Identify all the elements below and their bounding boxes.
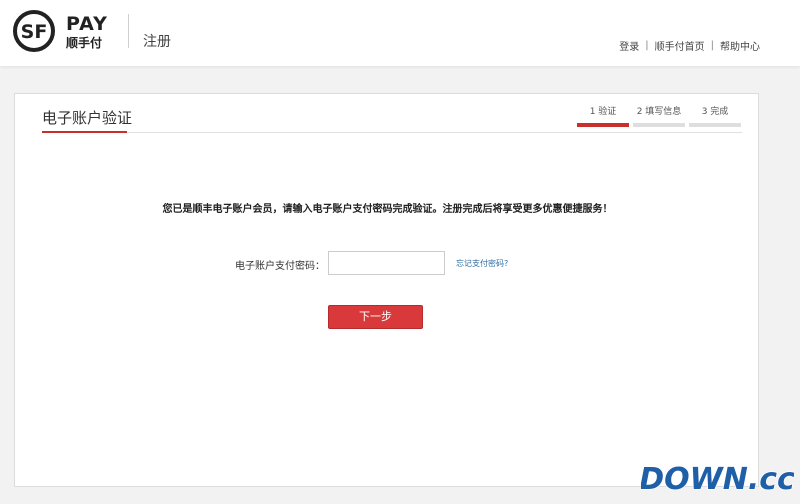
step-fill-info: 2 填写信息 xyxy=(633,105,685,127)
nav-home-link[interactable]: 顺手付首页 xyxy=(655,38,705,53)
nav-separator: | xyxy=(645,40,649,51)
verification-card: 电子账户验证 1 验证 2 填写信息 3 完成 您已是顺丰电子账户会员，请输入电… xyxy=(14,93,759,487)
site-header: SF PAY 顺手付 注册 登录 | 顺手付首页 | 帮助中心 xyxy=(0,0,800,66)
down-cc-watermark: DOWN.cc xyxy=(641,461,794,498)
nav-separator: | xyxy=(710,40,714,51)
password-label: 电子账户支付密码： xyxy=(235,261,325,272)
step-complete: 3 完成 xyxy=(689,105,741,127)
step-verify: 1 验证 xyxy=(577,105,629,127)
step-label: 1 验证 xyxy=(589,107,617,117)
card-title: 电子账户验证 xyxy=(42,109,133,127)
logo-brand-text: 顺手付 xyxy=(66,36,103,50)
step-bar xyxy=(577,123,629,127)
watermark-text: DOWN.cc xyxy=(641,462,794,497)
member-notice: 您已是顺丰电子账户会员，请输入电子账户支付密码完成验证。注册完成后将享受更多优惠… xyxy=(162,204,613,215)
payment-password-input[interactable] xyxy=(328,251,445,275)
step-label: 3 完成 xyxy=(701,107,729,117)
card-header-divider xyxy=(42,132,742,133)
svg-text:SF: SF xyxy=(21,21,48,43)
top-nav: 登录 | 顺手付首页 | 帮助中心 xyxy=(619,38,760,53)
progress-steps: 1 验证 2 填写信息 3 完成 xyxy=(577,105,741,127)
sf-logo-icon: SF xyxy=(13,10,55,52)
page-title: 注册 xyxy=(143,34,171,50)
step-label: 2 填写信息 xyxy=(636,107,682,117)
step-bar xyxy=(633,123,685,127)
forgot-password-link[interactable]: 忘记支付密码? xyxy=(456,258,508,269)
header-divider xyxy=(128,14,129,48)
logo-pay-text: PAY xyxy=(66,13,108,35)
password-row: 电子账户支付密码： 忘记支付密码? xyxy=(15,251,760,275)
nav-help-link[interactable]: 帮助中心 xyxy=(720,38,760,53)
nav-login-link[interactable]: 登录 xyxy=(619,38,639,53)
card-title-underline xyxy=(42,131,127,133)
step-bar xyxy=(689,123,741,127)
sf-pay-logo[interactable]: SF PAY 顺手付 xyxy=(12,9,112,53)
next-step-button[interactable]: 下一步 xyxy=(328,305,423,329)
